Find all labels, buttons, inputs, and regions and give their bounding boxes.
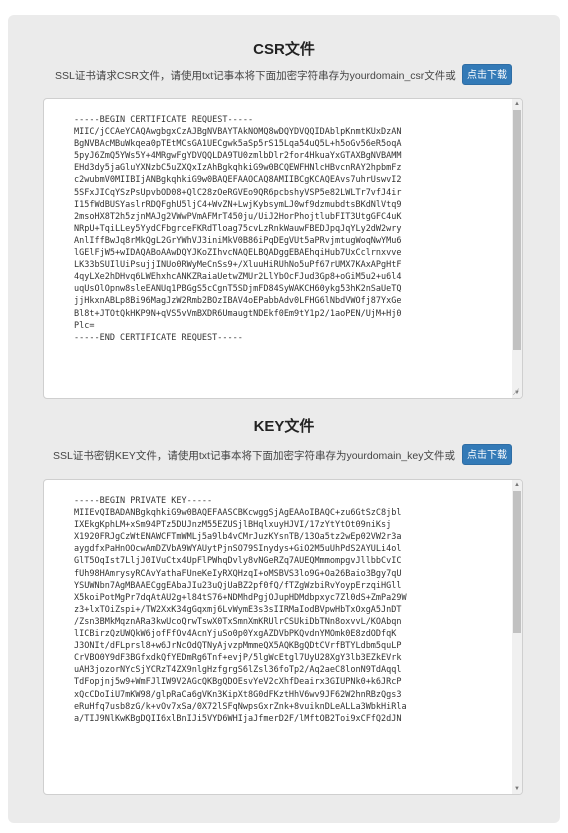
key-scroll-thumb[interactable] xyxy=(513,491,521,633)
scroll-up-arrow-icon[interactable]: ▲ xyxy=(512,99,522,109)
key-content: -----BEGIN PRIVATE KEY----- MIIEvQIBADAN… xyxy=(74,496,407,724)
csr-scroll-thumb[interactable] xyxy=(513,110,521,350)
resize-grip-icon[interactable]: ⟋ xyxy=(511,387,521,397)
csr-section-title: CSR文件 xyxy=(253,41,315,58)
csr-instruction-text: SSL证书请求CSR文件，请使用txt记事本将下面加密字符串存为yourdoma… xyxy=(55,70,456,82)
scroll-down-arrow-icon[interactable]: ▼ xyxy=(512,784,522,794)
key-instruction-text: SSL证书密钥KEY文件，请使用txt记事本将下面加密字符串存为yourdoma… xyxy=(53,450,455,462)
key-scrollbar[interactable]: ▲ ▼ xyxy=(512,480,522,794)
csr-download-button[interactable]: 点击下载 xyxy=(462,64,512,85)
key-section-title: KEY文件 xyxy=(253,418,315,435)
csr-scrollbar[interactable]: ▲ ▼ xyxy=(512,99,522,398)
csr-content: -----BEGIN CERTIFICATE REQUEST----- MIIC… xyxy=(74,115,402,343)
csr-textarea[interactable]: -----BEGIN CERTIFICATE REQUEST----- MIIC… xyxy=(43,98,523,399)
key-textarea[interactable]: -----BEGIN PRIVATE KEY----- MIIEvQIBADAN… xyxy=(43,479,523,795)
key-download-button[interactable]: 点击下载 xyxy=(462,444,512,465)
scroll-up-arrow-icon[interactable]: ▲ xyxy=(512,480,522,490)
